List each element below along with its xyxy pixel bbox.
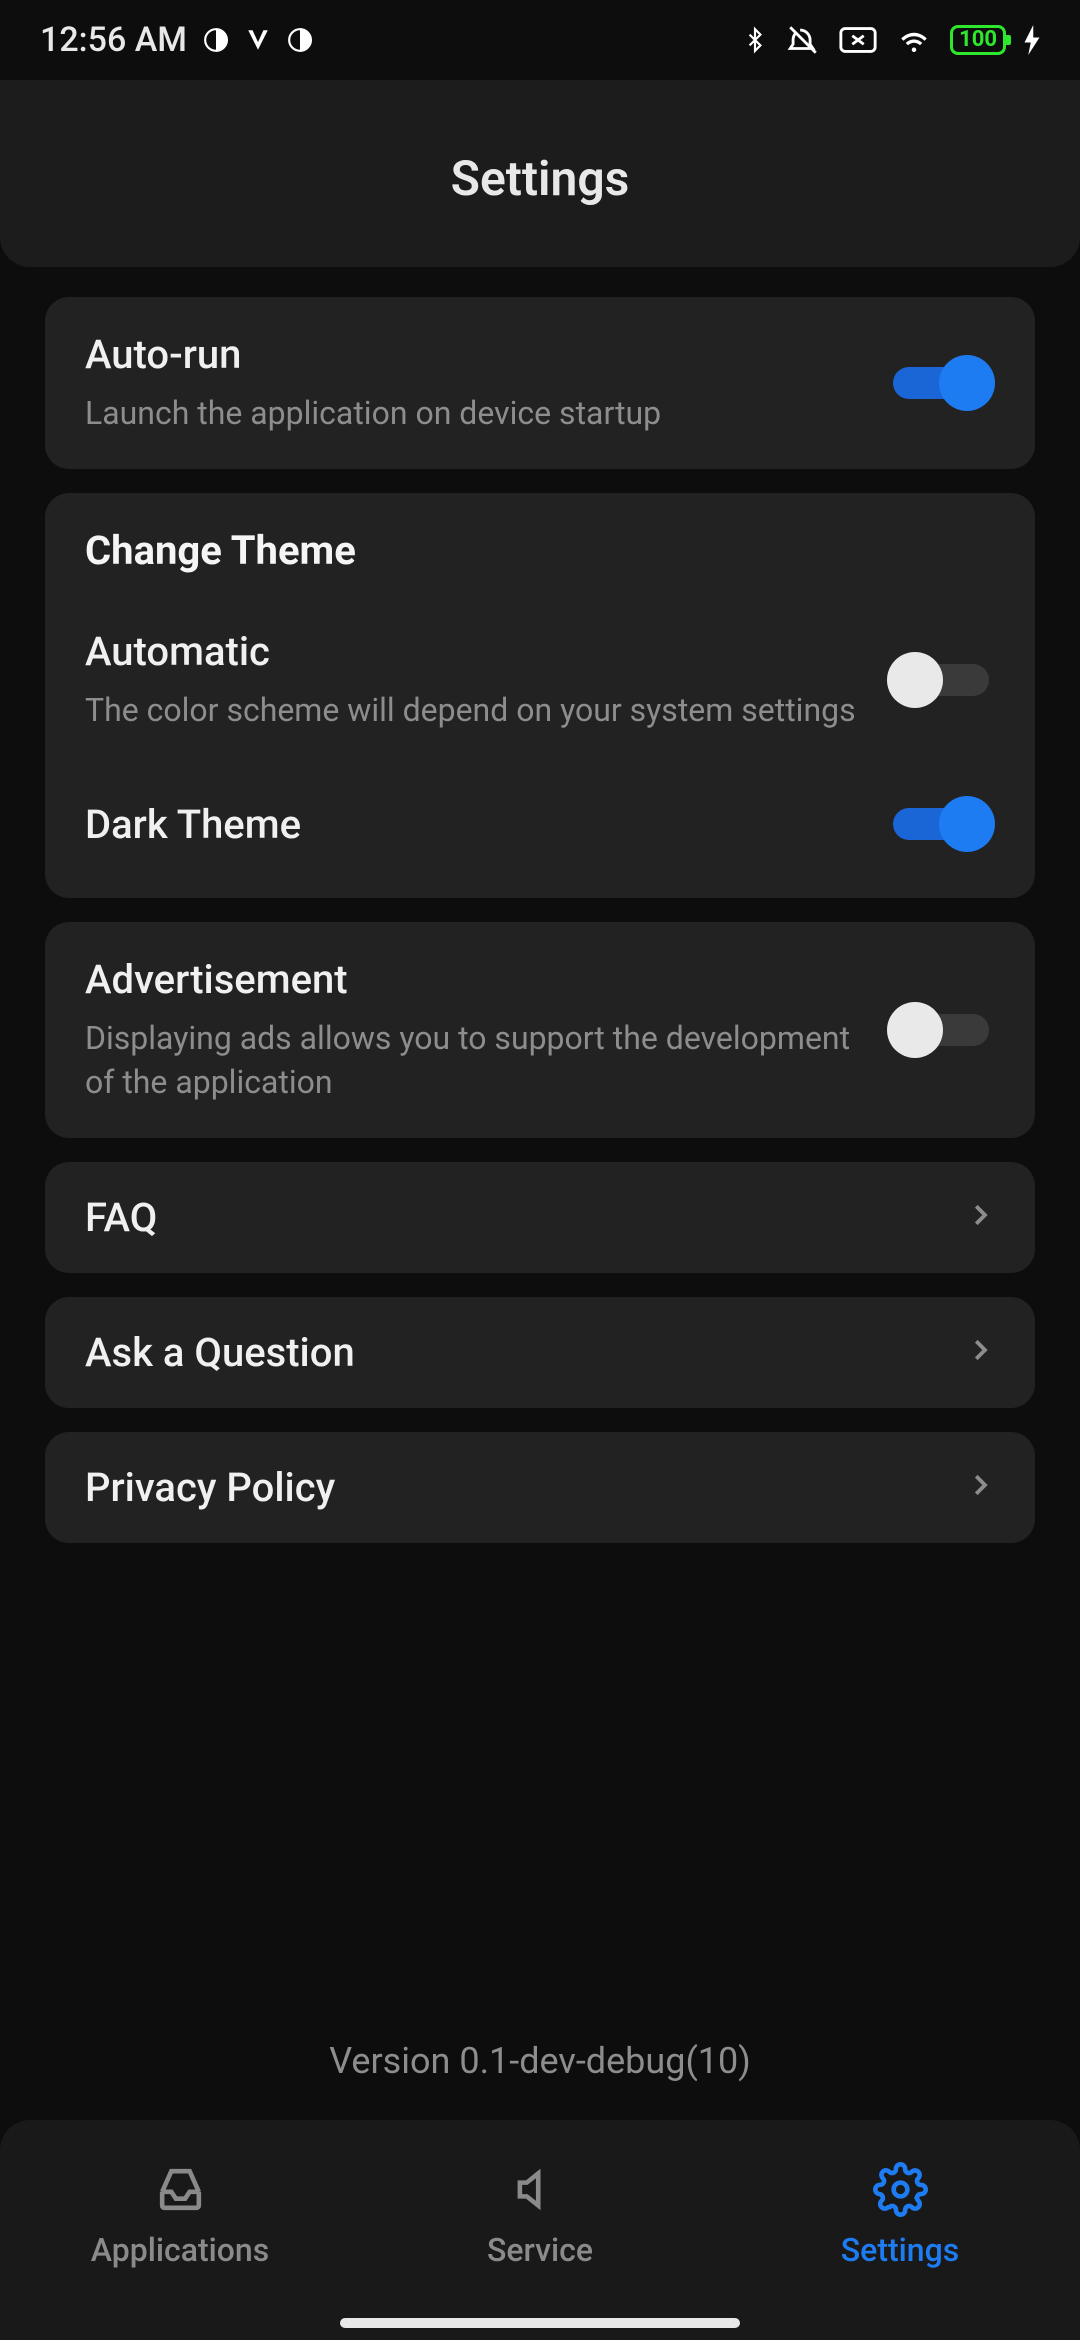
speaker-icon [513,2162,568,2217]
mute-icon [786,23,820,57]
dark-theme-toggle[interactable] [887,794,995,854]
theme-card: Change Theme Automatic The color scheme … [45,493,1035,898]
advertisement-row[interactable]: Advertisement Displaying ads allows you … [85,956,995,1103]
status-left: 12:56 AM [40,20,313,60]
version-text: Version 0.1-dev-debug(10) [45,2002,1035,2120]
autorun-subtitle: Launch the application on device startup [85,392,867,435]
app-notification-icon-v [245,25,271,55]
faq-row[interactable]: FAQ [45,1162,1035,1273]
app-notification-icon-2 [287,27,313,53]
autorun-card: Auto-run Launch the application on devic… [45,297,1035,469]
status-bar: 12:56 AM 100 [0,0,1080,80]
nav-service-label: Service [487,2231,593,2269]
dark-theme-row[interactable]: Dark Theme [85,784,995,864]
chevron-right-icon [965,1200,995,1234]
gesture-bar [340,2318,740,2328]
wifi-icon [896,25,932,55]
bottom-nav: Applications Service Settings [0,2120,1080,2340]
gear-icon [873,2162,928,2217]
advertisement-title: Advertisement [85,956,867,1003]
faq-label: FAQ [85,1194,157,1241]
advertisement-toggle[interactable] [887,1000,995,1060]
page-title: Settings [0,150,1080,207]
status-time: 12:56 AM [40,20,187,60]
nav-settings-label: Settings [841,2231,959,2269]
nav-service[interactable]: Service [360,2120,720,2340]
automatic-theme-row[interactable]: Automatic The color scheme will depend o… [85,618,995,742]
dark-theme-title: Dark Theme [85,801,867,848]
chevron-right-icon [965,1335,995,1369]
ask-question-row[interactable]: Ask a Question [45,1297,1035,1408]
automatic-title: Automatic [85,628,867,675]
theme-section-title: Change Theme [85,527,995,574]
nav-applications-label: Applications [91,2231,269,2269]
privacy-policy-row[interactable]: Privacy Policy [45,1432,1035,1543]
autorun-toggle[interactable] [887,353,995,413]
app-notification-icon [203,27,229,53]
status-right: 100 [742,22,1040,58]
inbox-icon [153,2162,208,2217]
advertisement-subtitle: Displaying ads allows you to support the… [85,1017,867,1103]
automatic-subtitle: The color scheme will depend on your sys… [85,689,867,732]
page-header: Settings [0,80,1080,267]
battery-icon: 100 [950,25,1006,55]
privacy-policy-label: Privacy Policy [85,1464,335,1511]
chevron-right-icon [965,1470,995,1504]
autorun-row[interactable]: Auto-run Launch the application on devic… [85,331,995,435]
settings-content: Auto-run Launch the application on devic… [0,267,1080,2120]
autorun-title: Auto-run [85,331,867,378]
advertisement-card: Advertisement Displaying ads allows you … [45,922,1035,1137]
ask-question-label: Ask a Question [85,1329,355,1376]
bluetooth-icon [742,22,768,58]
automatic-toggle[interactable] [887,650,995,710]
charging-icon [1024,25,1040,55]
no-sim-icon [838,25,878,55]
nav-applications[interactable]: Applications [0,2120,360,2340]
nav-settings[interactable]: Settings [720,2120,1080,2340]
